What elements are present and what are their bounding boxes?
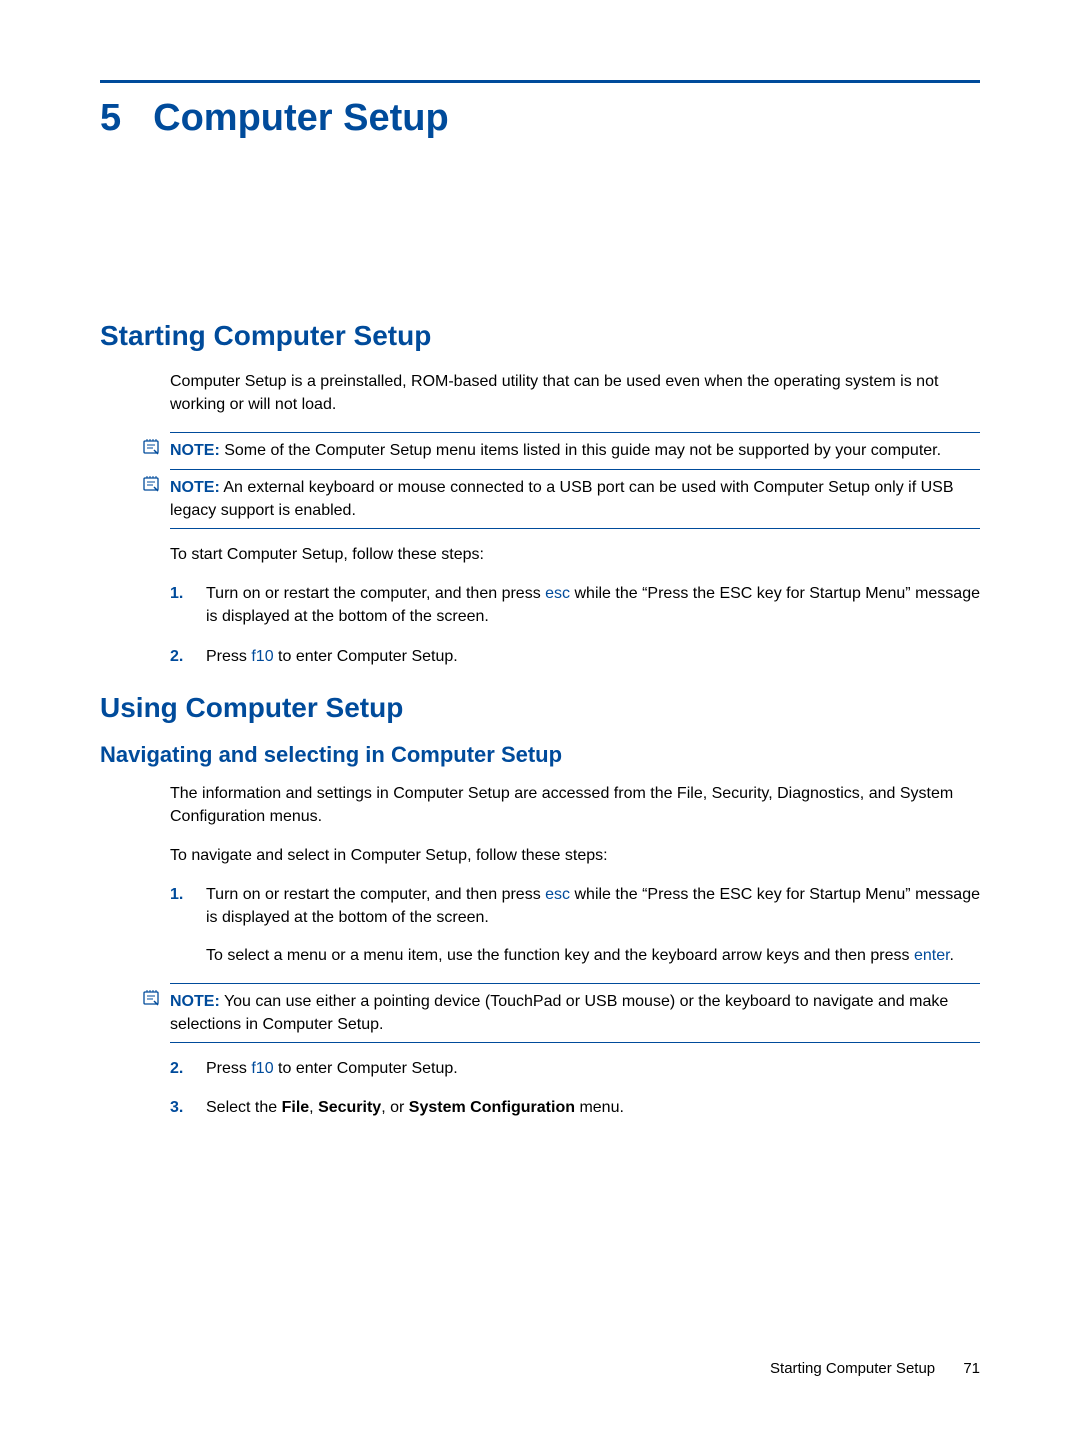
note-icon bbox=[142, 474, 162, 501]
step-text: Turn on or restart the computer, and the… bbox=[206, 585, 545, 602]
note-text: You can use either a pointing device (To… bbox=[170, 993, 948, 1033]
note-icon bbox=[142, 988, 162, 1015]
step-text: to enter Computer Setup. bbox=[274, 648, 458, 665]
footer-section: Starting Computer Setup bbox=[770, 1360, 935, 1377]
note-block-2: NOTE: An external keyboard or mouse conn… bbox=[170, 470, 980, 529]
steps-list-2: Turn on or restart the computer, and the… bbox=[170, 883, 980, 967]
step-text: to enter Computer Setup. bbox=[274, 1060, 458, 1077]
note-block-1: NOTE: Some of the Computer Setup menu it… bbox=[170, 432, 980, 469]
steps-list-1: Turn on or restart the computer, and the… bbox=[170, 582, 980, 668]
intro-paragraph: Computer Setup is a preinstalled, ROM-ba… bbox=[170, 370, 980, 416]
step-item: Turn on or restart the computer, and the… bbox=[170, 883, 980, 967]
step-item: Press f10 to enter Computer Setup. bbox=[170, 1057, 980, 1080]
note-icon bbox=[142, 437, 162, 464]
section-heading-starting: Starting Computer Setup bbox=[100, 320, 980, 352]
step-text: To select a menu or a menu item, use the… bbox=[206, 947, 914, 964]
page-footer: Starting Computer Setup 71 bbox=[770, 1360, 980, 1377]
paragraph: The information and settings in Computer… bbox=[170, 782, 980, 828]
step-text: , or bbox=[381, 1099, 409, 1116]
step-text: Turn on or restart the computer, and the… bbox=[206, 886, 545, 903]
step-text: Select the bbox=[206, 1099, 282, 1116]
note-label: NOTE: bbox=[170, 993, 220, 1010]
note-text: An external keyboard or mouse connected … bbox=[170, 479, 954, 519]
step-text: . bbox=[950, 947, 954, 964]
key-enter: enter bbox=[914, 947, 950, 964]
key-f10: f10 bbox=[251, 648, 273, 665]
subsection-heading-navigating: Navigating and selecting in Computer Set… bbox=[100, 742, 980, 768]
note-label: NOTE: bbox=[170, 442, 220, 459]
step-text: Press bbox=[206, 1060, 251, 1077]
paragraph: To navigate and select in Computer Setup… bbox=[170, 844, 980, 867]
step-item: Select the File, Security, or System Con… bbox=[170, 1096, 980, 1119]
steps-list-2-cont: Press f10 to enter Computer Setup. Selec… bbox=[170, 1057, 980, 1119]
step-subtext: To select a menu or a menu item, use the… bbox=[206, 944, 980, 967]
top-rule bbox=[100, 80, 980, 83]
key-f10: f10 bbox=[251, 1060, 273, 1077]
note-text: Some of the Computer Setup menu items li… bbox=[224, 442, 941, 459]
chapter-heading: 5 Computer Setup bbox=[100, 97, 980, 140]
step-item: Turn on or restart the computer, and the… bbox=[170, 582, 980, 628]
menu-sysconfig: System Configuration bbox=[409, 1099, 575, 1116]
step-text: menu. bbox=[575, 1099, 624, 1116]
section-heading-using: Using Computer Setup bbox=[100, 692, 980, 724]
menu-security: Security bbox=[318, 1099, 381, 1116]
note-label: NOTE: bbox=[170, 479, 220, 496]
footer-page-number: 71 bbox=[963, 1360, 980, 1377]
steps-lead: To start Computer Setup, follow these st… bbox=[170, 543, 980, 566]
step-item: Press f10 to enter Computer Setup. bbox=[170, 645, 980, 668]
menu-file: File bbox=[282, 1099, 310, 1116]
key-esc: esc bbox=[545, 585, 570, 602]
chapter-number: 5 bbox=[100, 97, 121, 140]
step-text: Press bbox=[206, 648, 251, 665]
note-block-3: NOTE: You can use either a pointing devi… bbox=[170, 983, 980, 1043]
step-text: , bbox=[309, 1099, 318, 1116]
chapter-title: Computer Setup bbox=[153, 97, 449, 140]
key-esc: esc bbox=[545, 886, 570, 903]
